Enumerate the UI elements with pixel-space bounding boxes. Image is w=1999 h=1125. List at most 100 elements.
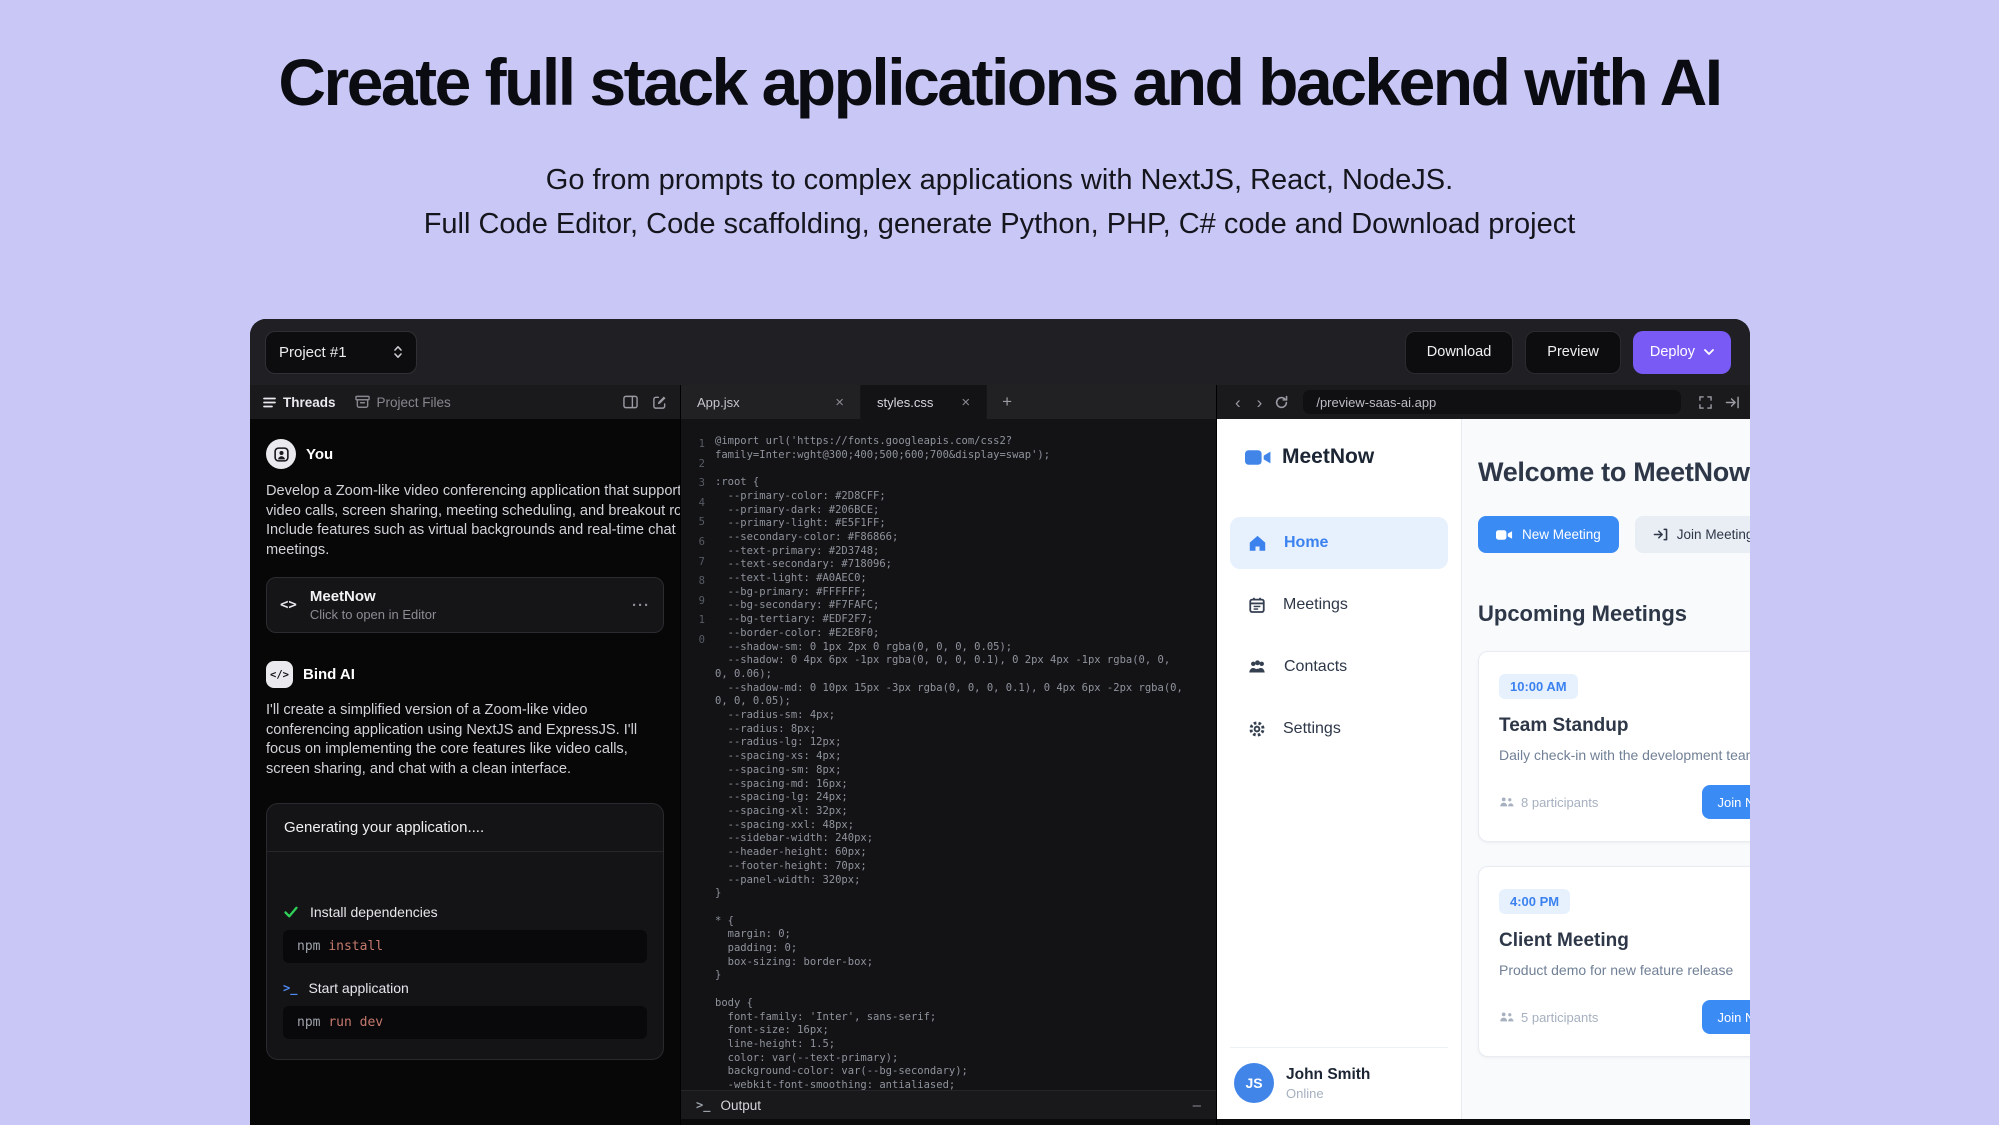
code-editor: App.jsx × styles.css × + 12345678910 @im… — [681, 385, 1217, 1125]
editor-tab-stylescss[interactable]: styles.css × — [861, 385, 987, 419]
status-text: Online — [1286, 1086, 1370, 1101]
assistant-message: I'll create a simplified version of a Zo… — [266, 701, 674, 779]
meetnow-sidebar: MeetNow Home Meetings Cont — [1217, 419, 1462, 1119]
preview-app: MeetNow Home Meetings Cont — [1217, 419, 1750, 1119]
step-label: Install dependencies — [310, 904, 438, 920]
brand-name: MeetNow — [1282, 445, 1374, 469]
generating-card: Generating your application.... Install … — [266, 803, 664, 1060]
nav-label: Meetings — [1283, 596, 1348, 614]
meeting-description: Product demo for new feature release — [1499, 962, 1750, 978]
nav-label: Settings — [1283, 720, 1341, 738]
tab-project-files[interactable]: Project Files — [355, 395, 451, 410]
join-now-button[interactable]: Join Now — [1702, 1000, 1750, 1034]
assistant-name: Bind AI — [303, 666, 355, 683]
close-icon[interactable]: × — [961, 394, 970, 411]
video-camera-icon — [1245, 447, 1272, 468]
preview-pane: ‹ › /preview-saas-ai.app MeetNow — [1217, 385, 1750, 1125]
user-profile[interactable]: JS John Smith Online — [1230, 1047, 1448, 1103]
output-bar[interactable]: >_ Output – — [681, 1090, 1216, 1119]
hamburger-icon — [263, 397, 276, 408]
browser-navbar: ‹ › /preview-saas-ai.app — [1217, 385, 1750, 419]
forward-icon[interactable]: › — [1249, 394, 1271, 411]
preview-button[interactable]: Preview — [1525, 331, 1621, 374]
calendar-icon — [1248, 596, 1266, 614]
select-up-down-icon — [393, 344, 403, 360]
hero-subtitle-line2: Full Code Editor, Code scaffolding, gene… — [0, 208, 1999, 241]
artifact-title: MeetNow — [310, 588, 436, 605]
artifact-card[interactable]: <> MeetNow Click to open in Editor ··· — [266, 577, 664, 633]
browser-nav-right — [1699, 396, 1740, 409]
artifact-subtitle: Click to open in Editor — [310, 607, 436, 622]
terminal-icon: >_ — [696, 1098, 710, 1112]
command-npm: npm — [297, 1015, 320, 1030]
new-meeting-button[interactable]: New Meeting — [1478, 516, 1619, 553]
window-bottom-strip — [681, 1119, 1216, 1125]
person-icon — [273, 446, 290, 463]
participants-icon — [1499, 796, 1514, 808]
refresh-icon[interactable] — [1274, 395, 1289, 410]
split-view-icon[interactable] — [623, 395, 638, 409]
participants: 8 participants — [1499, 795, 1598, 810]
deploy-label: Deploy — [1650, 344, 1695, 360]
editor-tabbar: App.jsx × styles.css × + — [681, 385, 1216, 419]
line-numbers: 12345678910 — [691, 435, 705, 1090]
contacts-icon — [1248, 659, 1267, 675]
editor-tab-appjsx[interactable]: App.jsx × — [681, 385, 861, 419]
meeting-footer: 5 participants Join Now — [1499, 1000, 1750, 1034]
meeting-actions: New Meeting Join Meeting — [1478, 516, 1750, 553]
command-arg: run dev — [328, 1015, 383, 1030]
button-label: Join Meeting — [1677, 527, 1750, 542]
meeting-description: Daily check-in with the development team — [1499, 747, 1750, 763]
nav-label: Contacts — [1284, 658, 1347, 676]
app-window: Project #1 Download Preview Deploy Threa… — [250, 319, 1750, 1125]
nav-item-contacts[interactable]: Contacts — [1230, 641, 1448, 693]
join-now-button[interactable]: Join Now — [1702, 785, 1750, 819]
code-icon: <> — [280, 597, 297, 613]
more-options-icon[interactable]: ··· — [632, 597, 650, 614]
command-block: npm run dev — [283, 1006, 647, 1039]
back-icon[interactable]: ‹ — [1227, 394, 1249, 411]
join-meeting-button[interactable]: Join Meeting — [1635, 516, 1750, 553]
project-select[interactable]: Project #1 — [265, 331, 417, 374]
fullscreen-icon[interactable] — [1699, 396, 1712, 409]
time-badge: 4:00 PM — [1499, 889, 1570, 914]
download-button[interactable]: Download — [1405, 331, 1514, 374]
meetnow-main: Welcome to MeetNow New Meeting Join Meet… — [1462, 419, 1750, 1119]
project-select-value: Project #1 — [279, 344, 347, 361]
user-message: Develop a Zoom-like video conferencing a… — [266, 482, 680, 560]
close-icon[interactable]: × — [835, 394, 844, 411]
meeting-card: 4:00 PM Client Meeting Product demo for … — [1478, 866, 1750, 1057]
tab-threads[interactable]: Threads — [263, 395, 336, 410]
user-message-header: You — [266, 439, 664, 469]
tab-label: styles.css — [877, 395, 933, 410]
minimize-icon[interactable]: – — [1193, 1097, 1201, 1114]
window-bottom-strip — [1217, 1119, 1750, 1125]
user-avatar — [266, 439, 296, 469]
nav-item-meetings[interactable]: Meetings — [1230, 579, 1448, 631]
new-thread-icon[interactable] — [652, 395, 667, 410]
button-label: New Meeting — [1522, 527, 1601, 542]
hero-title: Create full stack applications and backe… — [0, 44, 1999, 120]
meetnow-nav: Home Meetings Contacts Settings — [1230, 517, 1448, 765]
chat-header-icons — [623, 395, 667, 410]
new-tab-button[interactable]: + — [987, 385, 1027, 419]
url-text: /preview-saas-ai.app — [1316, 395, 1436, 410]
hero-subtitle-line1: Go from prompts to complex applications … — [0, 164, 1999, 197]
assistant-message-header: </> Bind AI — [266, 661, 664, 688]
terminal-icon: >_ — [283, 981, 297, 995]
open-external-icon[interactable] — [1725, 396, 1740, 409]
command-block: npm install — [283, 930, 647, 963]
meetnow-brand: MeetNow — [1230, 445, 1448, 469]
section-title: Upcoming Meetings — [1478, 601, 1750, 627]
home-icon — [1248, 534, 1267, 552]
artifact-text: MeetNow Click to open in Editor — [310, 588, 436, 622]
chat-panel-header: Threads Project Files — [250, 385, 680, 419]
nav-item-settings[interactable]: Settings — [1230, 703, 1448, 755]
command-npm: npm — [297, 939, 320, 954]
step-start-application: >_ Start application — [283, 980, 647, 996]
url-bar[interactable]: /preview-saas-ai.app — [1303, 390, 1681, 414]
step-label: Start application — [308, 980, 408, 996]
deploy-button[interactable]: Deploy — [1633, 331, 1731, 374]
window-body: Threads Project Files You — [250, 385, 1750, 1125]
nav-item-home[interactable]: Home — [1230, 517, 1448, 569]
